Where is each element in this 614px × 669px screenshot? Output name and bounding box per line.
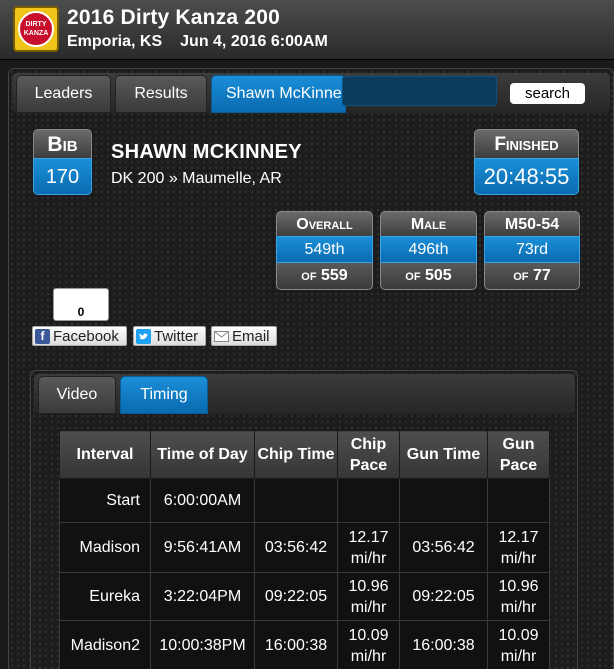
col-time-of-day: Time of Day — [150, 430, 255, 479]
rank-gender-of: of 505 — [380, 263, 477, 290]
share-facebook-label: Facebook — [53, 327, 119, 345]
rank-overall-place: 549th — [276, 236, 373, 263]
col-gun-time: Gun Time — [399, 430, 488, 479]
details-tabs: Video Timing — [34, 374, 575, 414]
cell-time-of-day: 3:22:04PM — [150, 572, 255, 621]
cell-interval: Eureka — [59, 572, 151, 621]
cell-interval: Madison — [59, 522, 151, 573]
cell-gun-pace — [487, 478, 550, 523]
bib-label: Bib — [33, 129, 92, 158]
tab-athlete[interactable]: Shawn McKinney — [211, 75, 346, 113]
cell-gun-pace: 10.09 mi/hr — [487, 620, 550, 669]
cell-chip-pace: 10.96 mi/hr — [337, 572, 400, 621]
cell-interval: Start — [59, 478, 151, 523]
cell-gun-pace: 10.96 mi/hr — [487, 572, 550, 621]
rank-division: M50-54 73rd of 77 — [484, 211, 580, 290]
cell-chip-pace: 12.17 mi/hr — [337, 522, 400, 573]
table-row: Start 6:00:00AM — [59, 478, 550, 523]
rank-overall: Overall 549th of 559 — [276, 211, 373, 290]
event-subtitle: Emporia, KS Jun 4, 2016 6:00AM — [67, 33, 346, 51]
rank-division-label: M50-54 — [484, 211, 580, 236]
cell-gun-time: 03:56:42 — [399, 522, 488, 573]
email-icon — [214, 329, 229, 344]
finish-label: Finished — [474, 129, 579, 158]
table-row: Eureka 3:22:04PM 09:22:05 10.96 mi/hr 09… — [59, 572, 550, 621]
tab-leaders[interactable]: Leaders — [16, 75, 111, 113]
search-button[interactable]: search — [510, 83, 585, 104]
rank-overall-of: of 559 — [276, 263, 373, 290]
rank-overall-label: Overall — [276, 211, 373, 236]
col-interval: Interval — [59, 430, 151, 479]
col-chip-time: Chip Time — [254, 430, 338, 479]
cell-gun-time: 09:22:05 — [399, 572, 488, 621]
app-header: DIRTY KANZA 2016 Dirty Kanza 200 Emporia… — [0, 0, 614, 60]
tab-video[interactable]: Video — [38, 376, 116, 414]
search-input[interactable] — [342, 76, 497, 106]
twitter-icon — [136, 328, 151, 344]
cell-chip-time: 09:22:05 — [254, 572, 338, 621]
rank-gender-label: Male — [380, 211, 477, 236]
cell-time-of-day: 10:00:38PM — [150, 620, 255, 669]
cell-chip-pace — [337, 478, 400, 523]
svg-text:KANZA: KANZA — [24, 30, 49, 37]
share-facebook-button[interactable]: f Facebook — [32, 326, 127, 346]
cell-gun-time — [399, 478, 488, 523]
dirty-kanza-logo-icon: DIRTY KANZA — [18, 11, 54, 47]
share-twitter-button[interactable]: Twitter — [133, 326, 206, 346]
rank-division-place: 73rd — [484, 236, 580, 263]
rank-gender-place: 496th — [380, 236, 477, 263]
col-chip-pace: Chip Pace — [337, 430, 400, 479]
tab-timing[interactable]: Timing — [120, 376, 208, 414]
athlete-name: SHAWN MCKINNEY — [111, 141, 302, 163]
finish-time: 20:48:55 — [474, 158, 579, 195]
share-email-label: Email — [232, 327, 270, 345]
event-datetime: Jun 4, 2016 6:00AM — [180, 33, 328, 50]
timing-table: Interval Time of Day Chip Time Chip Pace… — [59, 430, 550, 669]
cell-chip-time: 03:56:42 — [254, 522, 338, 573]
table-row: Madison2 10:00:38PM 16:00:38 10.09 mi/hr… — [59, 620, 550, 669]
athlete-subtitle: DK 200 » Maumelle, AR — [111, 170, 282, 187]
share-twitter-label: Twitter — [154, 327, 199, 345]
cell-interval: Madison2 — [59, 620, 151, 669]
col-gun-pace: Gun Pace — [487, 430, 550, 479]
event-title: 2016 Dirty Kanza 200 — [67, 6, 280, 29]
facebook-icon: f — [35, 328, 50, 344]
event-logo[interactable]: DIRTY KANZA — [13, 6, 59, 52]
cell-chip-time: 16:00:38 — [254, 620, 338, 669]
bib-number: 170 — [33, 158, 92, 195]
svg-text:DIRTY: DIRTY — [26, 21, 47, 28]
table-row: Madison 9:56:41AM 03:56:42 12.17 mi/hr 0… — [59, 522, 550, 573]
share-email-button[interactable]: Email — [211, 326, 277, 346]
finish-box: Finished 20:48:55 — [474, 129, 579, 195]
rank-division-of: of 77 — [484, 263, 580, 290]
timing-header-row: Interval Time of Day Chip Time Chip Pace… — [59, 430, 550, 479]
like-count-box[interactable]: 0 — [53, 288, 109, 321]
event-location: Emporia, KS — [67, 33, 163, 50]
cell-gun-pace: 12.17 mi/hr — [487, 522, 550, 573]
bib-box: Bib 170 — [33, 129, 92, 195]
cell-time-of-day: 6:00:00AM — [150, 478, 255, 523]
tab-results[interactable]: Results — [115, 75, 207, 113]
main-tabs: Leaders Results Shawn McKinney search — [12, 73, 610, 113]
cell-chip-pace: 10.09 mi/hr — [337, 620, 400, 669]
cell-gun-time: 16:00:38 — [399, 620, 488, 669]
cell-chip-time — [254, 478, 338, 523]
cell-time-of-day: 9:56:41AM — [150, 522, 255, 573]
rank-gender: Male 496th of 505 — [380, 211, 477, 290]
